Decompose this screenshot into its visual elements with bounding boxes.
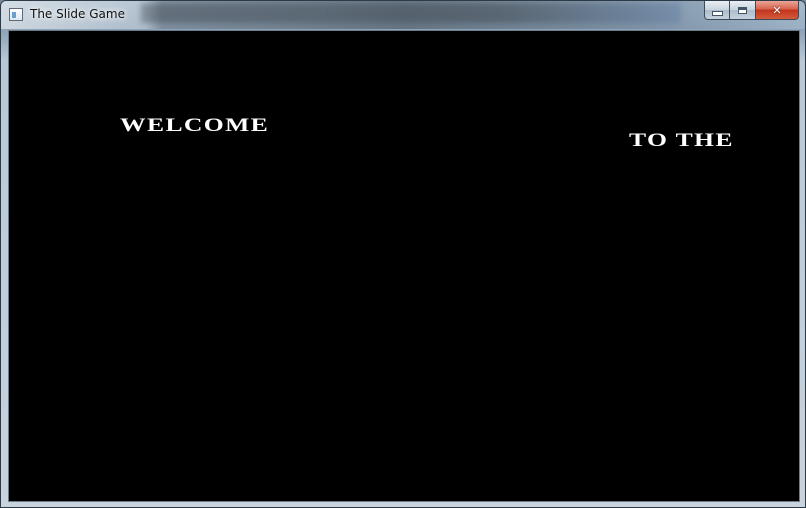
maximize-button[interactable] (730, 1, 756, 20)
caption-buttons: ✕ (704, 1, 799, 20)
minimize-icon (711, 10, 723, 16)
window-title: The Slide Game (30, 7, 125, 21)
close-icon: ✕ (772, 3, 782, 17)
welcome-text: WELCOME (120, 115, 270, 136)
title-bar[interactable]: The Slide Game ✕ (1, 1, 805, 29)
title-bar-glass (141, 3, 681, 23)
maximize-icon (738, 6, 747, 14)
minimize-button[interactable] (704, 1, 730, 20)
game-canvas[interactable]: WELCOME TO THE (8, 30, 800, 502)
app-window-icon[interactable] (9, 8, 23, 21)
app-window: The Slide Game ✕ WELCOME TO THE (0, 0, 806, 508)
close-button[interactable]: ✕ (756, 1, 799, 20)
to-the-text: TO THE (629, 130, 734, 151)
